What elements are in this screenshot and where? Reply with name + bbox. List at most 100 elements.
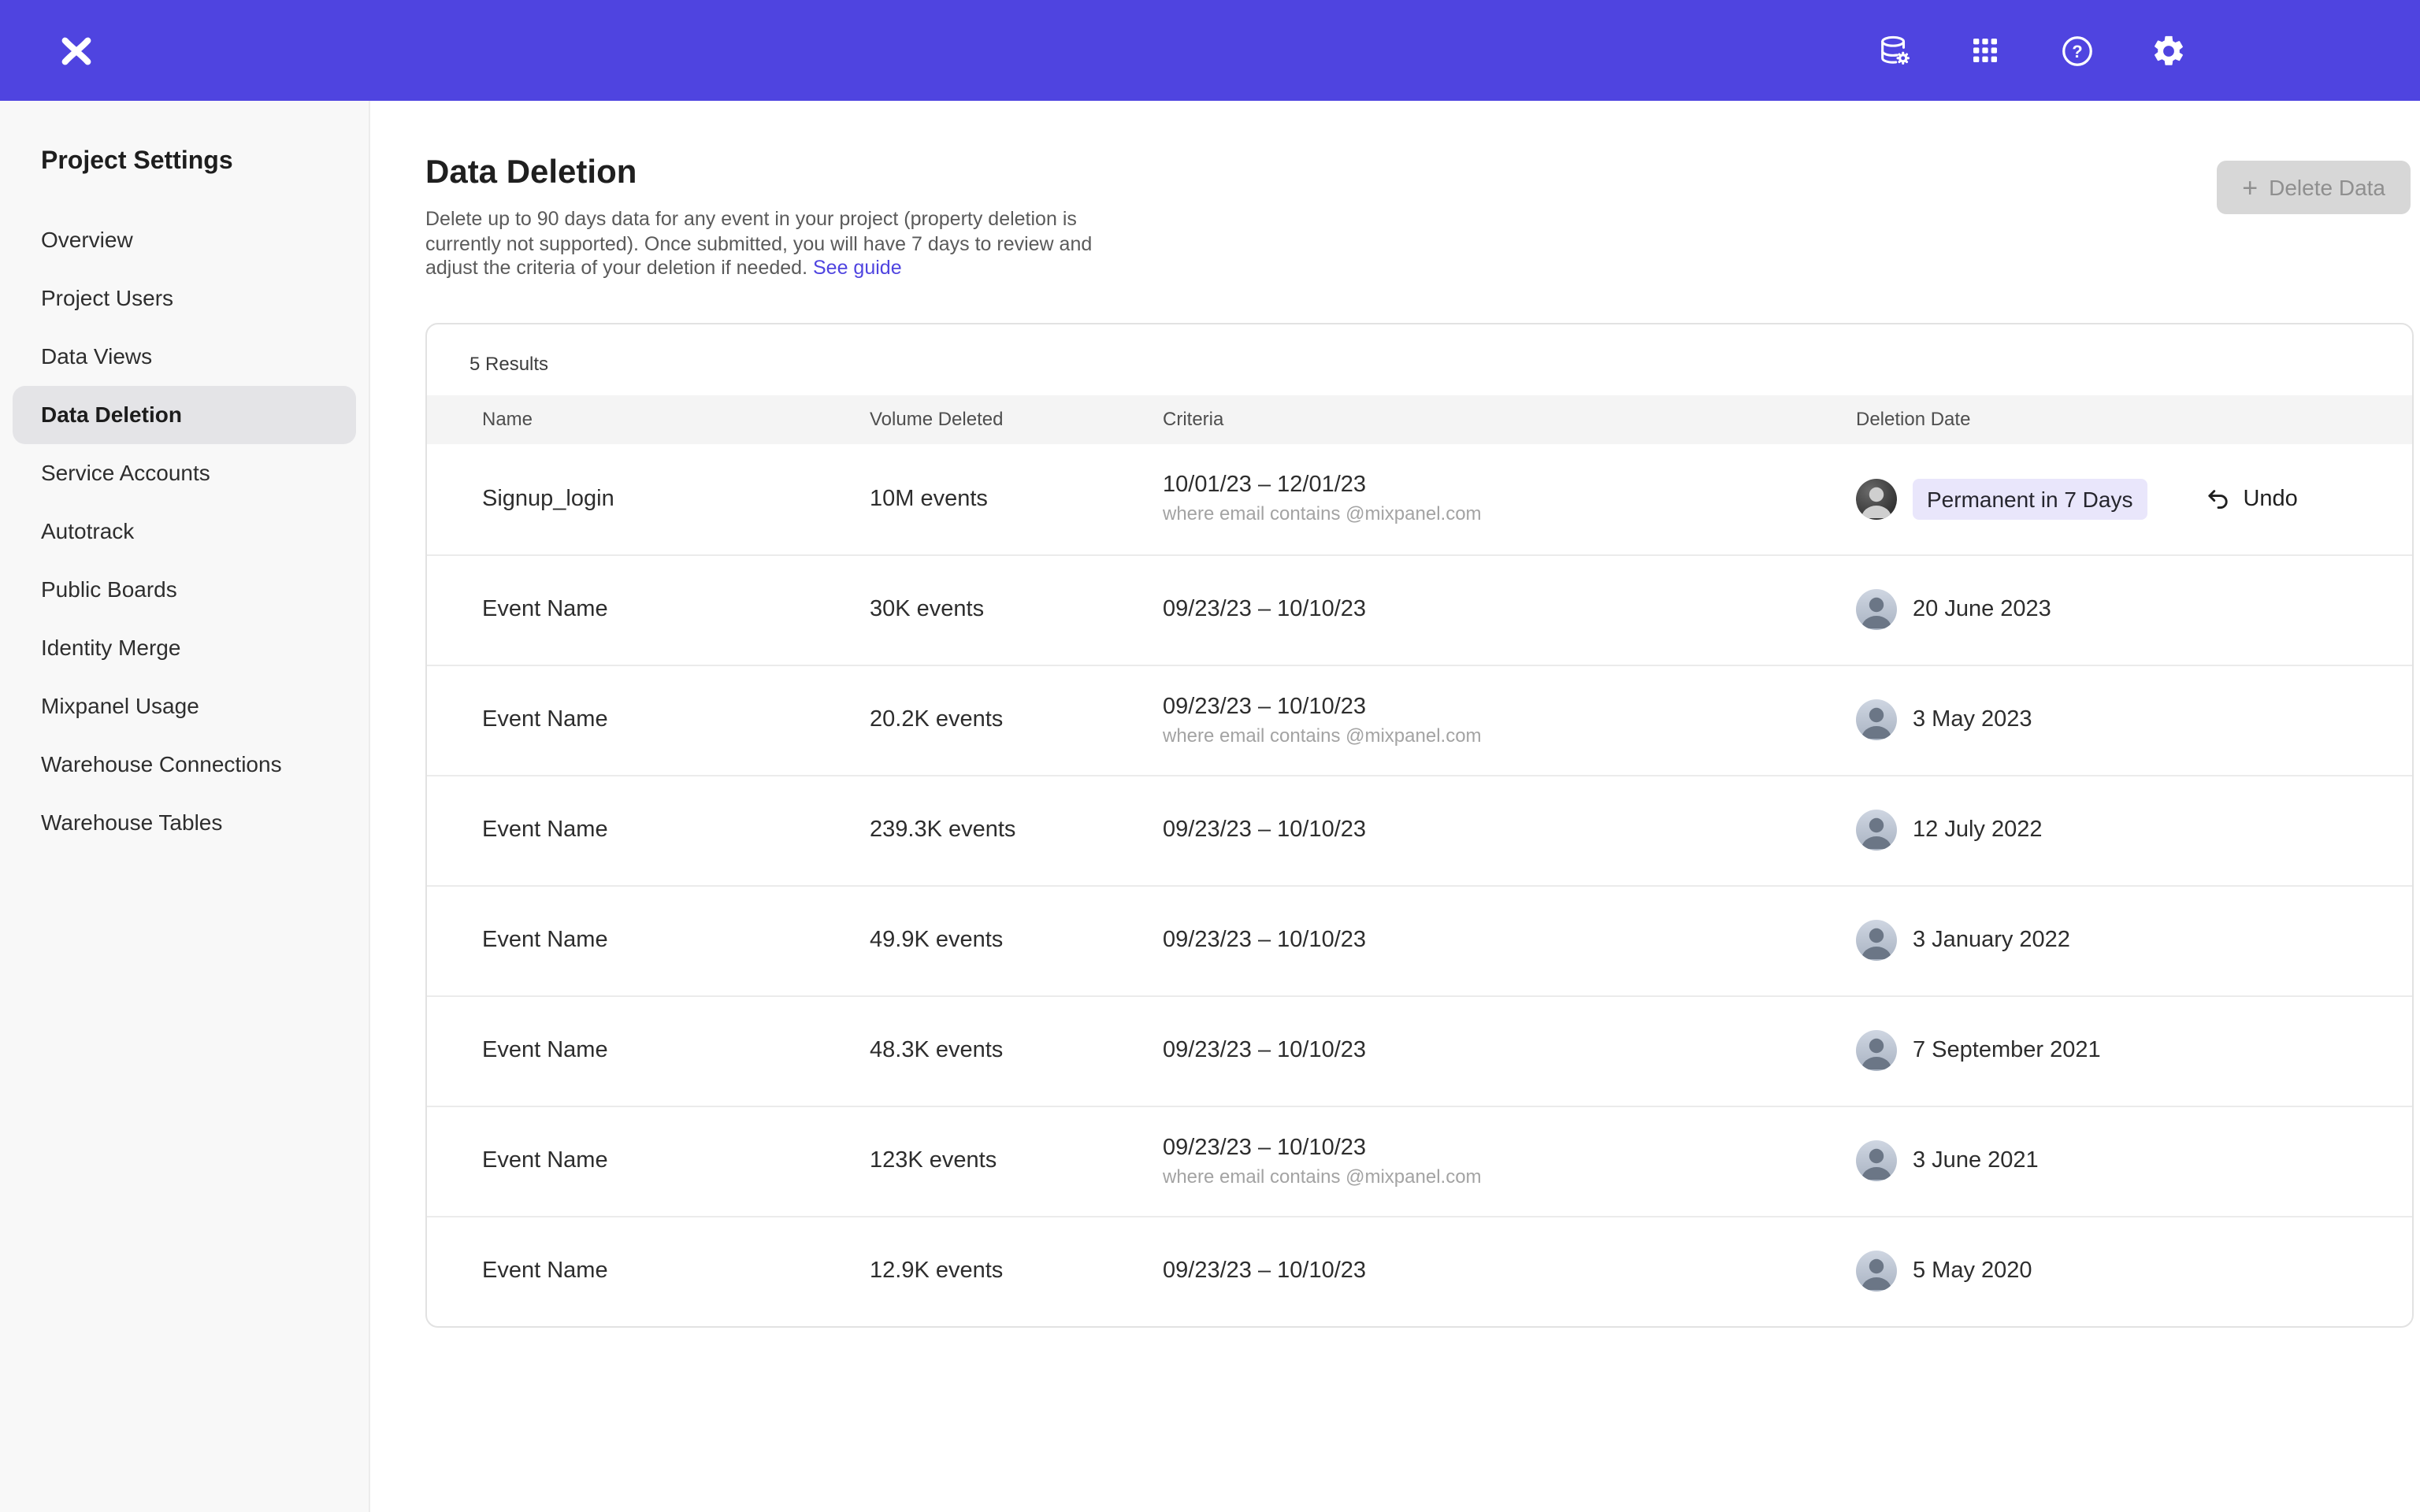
row-criteria: 09/23/23 – 10/10/23 where email contains …: [1163, 1135, 1856, 1187]
sidebar-item-service-accounts[interactable]: Service Accounts: [13, 444, 356, 502]
criteria-range: 10/01/23 – 12/01/23: [1163, 472, 1834, 498]
criteria-range: 09/23/23 – 10/10/23: [1163, 1038, 1834, 1063]
row-criteria: 10/01/23 – 12/01/23 where email contains …: [1163, 472, 1856, 524]
deletion-date-text: 12 July 2022: [1913, 817, 2042, 843]
row-volume: 20.2K events: [870, 707, 1163, 732]
delete-data-button[interactable]: + Delete Data: [2217, 161, 2411, 214]
row-deletion-date: 20 June 2023: [1856, 589, 2412, 630]
criteria-subtext: where email contains @mixpanel.com: [1163, 724, 1834, 746]
column-header-name: Name: [482, 408, 870, 430]
row-criteria: 09/23/23 – 10/10/23: [1163, 928, 1856, 953]
table-row: Event Name12.9K events09/23/23 – 10/10/2…: [427, 1215, 2412, 1325]
criteria-range: 09/23/23 – 10/10/23: [1163, 694, 1834, 719]
row-name: Event Name: [482, 817, 870, 843]
row-name: Event Name: [482, 707, 870, 732]
criteria-range: 09/23/23 – 10/10/23: [1163, 1135, 1834, 1160]
table-body: Signup_login10M events10/01/23 – 12/01/2…: [427, 443, 2412, 1325]
row-deletion-date: Permanent in 7 Days Undo: [1856, 478, 2412, 519]
user-avatar: [1856, 589, 1897, 630]
results-count: 5 Results: [427, 324, 2412, 395]
criteria-range: 09/23/23 – 10/10/23: [1163, 597, 1834, 622]
page-description: Delete up to 90 days data for any event …: [425, 208, 1130, 281]
criteria-range: 09/23/23 – 10/10/23: [1163, 817, 1834, 843]
user-avatar: [1856, 1140, 1897, 1181]
sidebar-item-warehouse-connections[interactable]: Warehouse Connections: [13, 736, 356, 794]
row-deletion-date: 3 May 2023: [1856, 699, 2412, 740]
sidebar-item-data-deletion[interactable]: Data Deletion: [13, 386, 356, 444]
user-avatar: [1856, 478, 1897, 519]
table-row: Event Name123K events09/23/23 – 10/10/23…: [427, 1105, 2412, 1215]
row-volume: 48.3K events: [870, 1038, 1163, 1063]
undo-icon: [2203, 485, 2230, 512]
table-row: Event Name239.3K events09/23/23 – 10/10/…: [427, 774, 2412, 884]
sidebar: Project Settings OverviewProject UsersDa…: [0, 101, 370, 1512]
row-volume: 10M events: [870, 486, 1163, 511]
plus-icon: +: [2242, 174, 2258, 201]
deletion-date-text: 20 June 2023: [1913, 597, 2051, 622]
criteria-subtext: where email contains @mixpanel.com: [1163, 502, 1834, 524]
sidebar-item-overview[interactable]: Overview: [13, 211, 356, 269]
table-row: Event Name49.9K events09/23/23 – 10/10/2…: [427, 884, 2412, 995]
row-deletion-date: 5 May 2020: [1856, 1251, 2412, 1292]
deletion-date-text: 3 May 2023: [1913, 707, 2032, 732]
page-description-text: Delete up to 90 days data for any event …: [425, 208, 1092, 279]
user-avatar: [1856, 699, 1897, 740]
undo-label: Undo: [2243, 486, 2297, 511]
help-icon[interactable]: ?: [2045, 19, 2108, 82]
row-deletion-date: 7 September 2021: [1856, 1030, 2412, 1071]
criteria-subtext: where email contains @mixpanel.com: [1163, 1165, 1834, 1187]
data-management-icon[interactable]: [1862, 19, 1925, 82]
table-row: Event Name30K events09/23/23 – 10/10/232…: [427, 554, 2412, 664]
undo-button[interactable]: Undo: [2203, 485, 2297, 512]
deletion-date-text: 3 January 2022: [1913, 928, 2070, 953]
sidebar-item-data-views[interactable]: Data Views: [13, 328, 356, 386]
sidebar-item-public-boards[interactable]: Public Boards: [13, 561, 356, 619]
row-name: Event Name: [482, 1258, 870, 1284]
row-volume: 49.9K events: [870, 928, 1163, 953]
mixpanel-logo[interactable]: [47, 22, 104, 79]
apps-grid-icon[interactable]: [1954, 19, 2017, 82]
user-avatar: [1856, 920, 1897, 961]
sidebar-item-project-users[interactable]: Project Users: [13, 269, 356, 328]
table-row: Event Name48.3K events09/23/23 – 10/10/2…: [427, 995, 2412, 1105]
settings-icon[interactable]: [2136, 19, 2199, 82]
deletion-date-text: 5 May 2020: [1913, 1258, 2032, 1284]
table-row: Signup_login10M events10/01/23 – 12/01/2…: [427, 443, 2412, 554]
row-volume: 30K events: [870, 597, 1163, 622]
row-deletion-date: 12 July 2022: [1856, 810, 2412, 850]
delete-data-label: Delete Data: [2269, 175, 2385, 200]
results-card: 5 Results Name Volume Deleted Criteria D…: [425, 322, 2414, 1327]
criteria-range: 09/23/23 – 10/10/23: [1163, 1258, 1834, 1284]
user-avatar: [1856, 1251, 1897, 1292]
topbar: ?: [0, 0, 2420, 101]
deletion-date-text: 7 September 2021: [1913, 1038, 2101, 1063]
sidebar-item-identity-merge[interactable]: Identity Merge: [13, 619, 356, 677]
deletion-status-chip: Permanent in 7 Days: [1913, 478, 2147, 519]
mixpanel-logo-icon: [58, 32, 94, 69]
row-criteria: 09/23/23 – 10/10/23: [1163, 1258, 1856, 1284]
row-volume: 239.3K events: [870, 817, 1163, 843]
row-name: Event Name: [482, 1148, 870, 1173]
row-criteria: 09/23/23 – 10/10/23: [1163, 817, 1856, 843]
page-title: Data Deletion: [425, 154, 1130, 192]
sidebar-nav: OverviewProject UsersData ViewsData Dele…: [0, 211, 369, 852]
table-header: Name Volume Deleted Criteria Deletion Da…: [427, 395, 2412, 443]
row-criteria: 09/23/23 – 10/10/23 where email contains …: [1163, 694, 1856, 746]
app-root: ? Project Settings OverviewProject Users…: [0, 0, 2420, 1512]
row-deletion-date: 3 June 2021: [1856, 1140, 2412, 1181]
user-avatar: [1856, 1030, 1897, 1071]
row-criteria: 09/23/23 – 10/10/23: [1163, 597, 1856, 622]
sidebar-title: Project Settings: [0, 148, 369, 176]
row-name: Event Name: [482, 1038, 870, 1063]
main-content: Data Deletion Delete up to 90 days data …: [370, 101, 2420, 1512]
row-name: Event Name: [482, 928, 870, 953]
row-name: Signup_login: [482, 486, 870, 511]
sidebar-item-mixpanel-usage[interactable]: Mixpanel Usage: [13, 677, 356, 736]
row-deletion-date: 3 January 2022: [1856, 920, 2412, 961]
sidebar-item-autotrack[interactable]: Autotrack: [13, 502, 356, 561]
svg-text:?: ?: [2071, 41, 2081, 61]
column-header-deletion-date: Deletion Date: [1856, 408, 2412, 430]
see-guide-link[interactable]: See guide: [813, 257, 902, 279]
sidebar-item-warehouse-tables[interactable]: Warehouse Tables: [13, 794, 356, 852]
table-row: Event Name20.2K events09/23/23 – 10/10/2…: [427, 664, 2412, 774]
